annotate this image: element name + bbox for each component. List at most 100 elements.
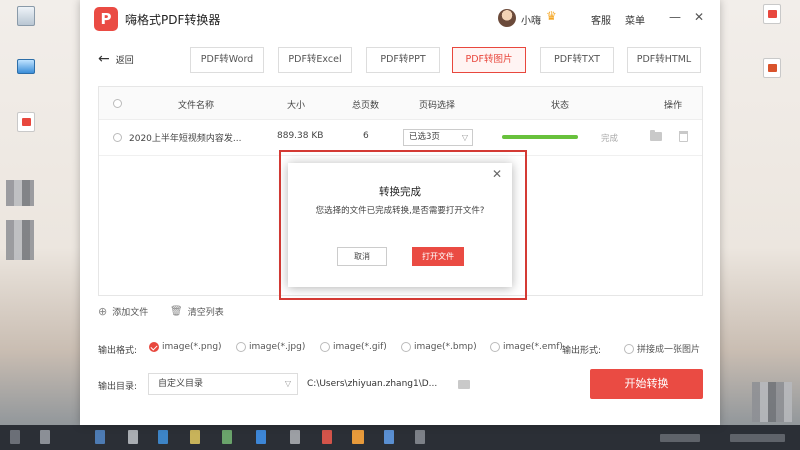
taskbar-item[interactable] bbox=[10, 430, 20, 444]
desktop-recycle-bin-icon[interactable] bbox=[0, 6, 52, 28]
radio-icon bbox=[401, 342, 411, 352]
taskbar-item[interactable] bbox=[290, 430, 300, 444]
format-option-gif[interactable]: image(*.gif) bbox=[320, 342, 387, 352]
taskbar-item[interactable] bbox=[40, 430, 50, 444]
stitch-option-label: 拼接成一张图片 bbox=[637, 345, 701, 355]
tab-pdf-to-html[interactable]: PDF转HTML bbox=[627, 47, 701, 73]
pdf-file-icon bbox=[763, 4, 781, 24]
pdf-file-icon bbox=[17, 112, 35, 132]
system-tray[interactable] bbox=[660, 434, 700, 442]
output-format-row: 输出格式: image(*.png) image(*.jpg) image(*.… bbox=[98, 342, 708, 356]
tab-pdf-to-ppt[interactable]: PDF转PPT bbox=[366, 47, 440, 73]
taskbar-item[interactable] bbox=[190, 430, 200, 444]
user-avatar[interactable] bbox=[498, 9, 516, 27]
conversion-complete-dialog: ✕ 转换完成 您选择的文件已完成转换,是否需要打开文件? 取消 打开文件 bbox=[288, 163, 512, 287]
header-actions: 操作 bbox=[664, 101, 683, 111]
tab-pdf-to-word[interactable]: PDF转Word bbox=[190, 47, 264, 73]
tab-pdf-to-image[interactable]: PDF转图片 bbox=[452, 47, 526, 73]
header-status: 状态 bbox=[551, 101, 570, 111]
delete-trash-icon[interactable] bbox=[679, 131, 688, 142]
output-format-label: 输出格式: bbox=[98, 346, 138, 356]
app-title: 嗨格式PDF转换器 bbox=[125, 13, 221, 27]
desktop-pdf-file-icon[interactable] bbox=[0, 112, 52, 134]
taskbar-item[interactable] bbox=[322, 430, 332, 444]
customer-service-button[interactable]: 客服 bbox=[591, 12, 611, 27]
titlebar: P 嗨格式PDF转换器 小嗨 ♛ 客服 菜单 — ✕ bbox=[80, 0, 720, 38]
radio-icon bbox=[236, 342, 246, 352]
tab-pdf-to-excel[interactable]: PDF转Excel bbox=[278, 47, 352, 73]
stitch-single-image-option[interactable]: 拼接成一张图片 bbox=[624, 342, 700, 355]
radio-icon bbox=[320, 342, 330, 352]
format-option-label: image(*.png) bbox=[162, 342, 222, 352]
dialog-cancel-button[interactable]: 取消 bbox=[337, 247, 387, 266]
recycle-bin-icon bbox=[17, 6, 35, 26]
dialog-message: 您选择的文件已完成转换,是否需要打开文件? bbox=[315, 206, 485, 216]
close-window-button[interactable]: ✕ bbox=[692, 10, 706, 24]
add-file-label: 添加文件 bbox=[112, 308, 149, 318]
output-form-label: 输出形式: bbox=[562, 346, 602, 356]
user-name[interactable]: 小嗨 bbox=[521, 12, 541, 27]
format-option-label: image(*.gif) bbox=[333, 342, 387, 352]
chevron-down-icon: ▽ bbox=[284, 379, 291, 388]
taskbar-item[interactable] bbox=[256, 430, 266, 444]
browse-folder-icon[interactable] bbox=[458, 380, 470, 389]
clear-list-button[interactable]: 🗑 清空列表 bbox=[170, 305, 224, 318]
start-convert-button[interactable]: 开始转换 bbox=[590, 369, 703, 399]
desktop-ppt-file-icon[interactable] bbox=[746, 58, 798, 80]
minimize-button[interactable]: — bbox=[668, 10, 682, 24]
format-option-label: image(*.emf) bbox=[503, 342, 563, 352]
dialog-open-file-button[interactable]: 打开文件 bbox=[412, 247, 464, 266]
back-label: 返回 bbox=[115, 55, 134, 66]
format-option-emf[interactable]: image(*.emf) bbox=[490, 342, 563, 352]
header-pages: 总页数 bbox=[352, 101, 380, 111]
status-text: 完成 bbox=[601, 134, 619, 144]
output-dir-label: 输出目录: bbox=[98, 382, 138, 392]
add-file-button[interactable]: ⊕ 添加文件 bbox=[98, 305, 148, 318]
desktop-computer-icon[interactable] bbox=[0, 56, 52, 76]
menu-button[interactable]: 菜单 bbox=[625, 12, 645, 27]
taskbar-item[interactable] bbox=[128, 430, 138, 444]
desktop-pdf-file-icon-right[interactable] bbox=[746, 4, 798, 26]
header-file-name: 文件名称 bbox=[178, 101, 215, 111]
select-all-radio[interactable] bbox=[113, 99, 122, 108]
computer-icon bbox=[17, 59, 35, 74]
progress-fill bbox=[502, 135, 578, 139]
page-select-value: 已选3页 bbox=[409, 132, 440, 142]
taskbar-item[interactable] bbox=[352, 430, 364, 444]
back-arrow-icon: ← bbox=[98, 51, 110, 67]
system-clock[interactable] bbox=[730, 434, 785, 442]
taskbar bbox=[0, 425, 800, 450]
format-option-bmp[interactable]: image(*.bmp) bbox=[401, 342, 477, 352]
tab-pdf-to-txt[interactable]: PDF转TXT bbox=[540, 47, 614, 73]
output-dir-value: 自定义目录 bbox=[158, 379, 204, 389]
cell-file-name: 2020上半年短视频内容发... bbox=[129, 134, 242, 144]
row-select-radio[interactable] bbox=[113, 133, 122, 142]
taskbar-item[interactable] bbox=[415, 430, 425, 444]
page-select-dropdown[interactable]: 已选3页 ▽ bbox=[403, 129, 473, 146]
back-button[interactable]: ← 返回 bbox=[98, 52, 134, 66]
plus-circle-icon: ⊕ bbox=[98, 305, 108, 318]
format-option-label: image(*.bmp) bbox=[414, 342, 477, 352]
taskbar-item[interactable] bbox=[95, 430, 105, 444]
dialog-close-button[interactable]: ✕ bbox=[492, 167, 502, 181]
format-option-jpg[interactable]: image(*.jpg) bbox=[236, 342, 305, 352]
app-logo-icon: P bbox=[94, 7, 118, 31]
format-option-png[interactable]: image(*.png) bbox=[149, 342, 222, 352]
output-dir-select[interactable]: 自定义目录 ▽ bbox=[148, 373, 298, 395]
blurred-desktop-icon bbox=[6, 220, 34, 260]
open-folder-icon[interactable] bbox=[650, 130, 662, 141]
trash-icon: 🗑 bbox=[170, 306, 183, 317]
taskbar-item[interactable] bbox=[222, 430, 232, 444]
dialog-title: 转换完成 bbox=[379, 186, 421, 198]
cell-size: 889.38 KB bbox=[277, 131, 324, 141]
conversion-progress-bar bbox=[502, 135, 578, 139]
format-option-label: image(*.jpg) bbox=[249, 342, 306, 352]
header-page-select: 页码选择 bbox=[419, 101, 456, 111]
clear-list-label: 清空列表 bbox=[187, 308, 224, 318]
chevron-down-icon: ▽ bbox=[461, 133, 468, 142]
taskbar-item[interactable] bbox=[384, 430, 394, 444]
taskbar-item[interactable] bbox=[158, 430, 168, 444]
vip-crown-icon[interactable]: ♛ bbox=[546, 9, 557, 23]
cell-pages: 6 bbox=[363, 131, 369, 141]
output-path: C:\Users\zhiyuan.zhang1\D... bbox=[307, 379, 438, 389]
